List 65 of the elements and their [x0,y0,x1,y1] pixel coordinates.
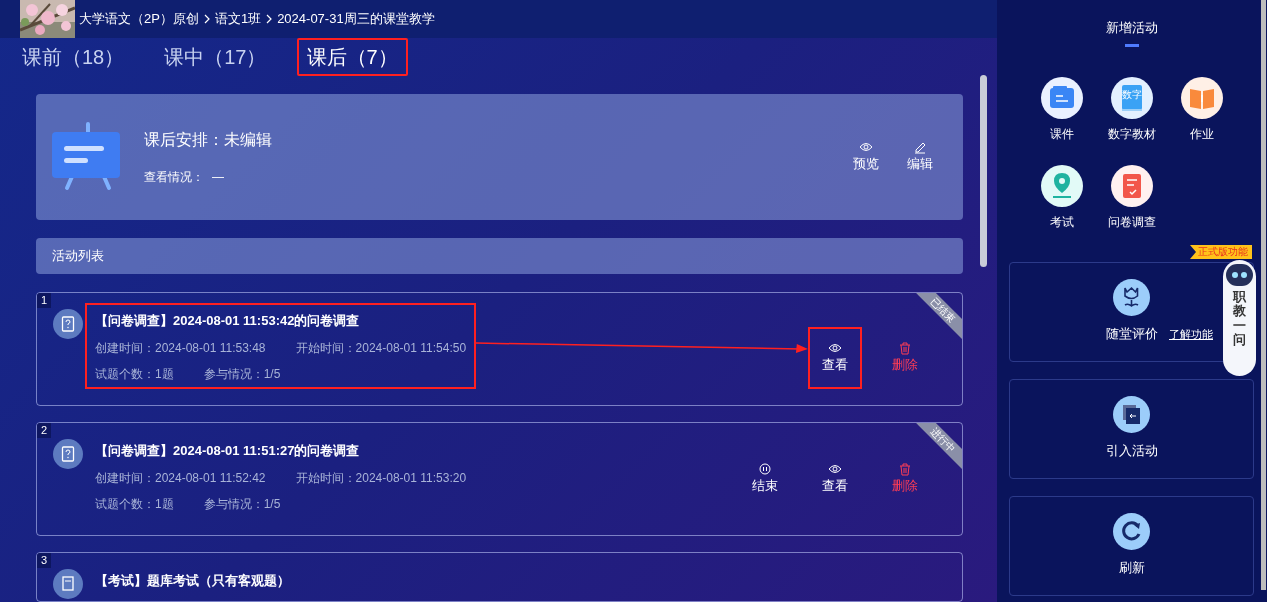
assistant-label: 职教一问 [1233,290,1246,348]
list-header: 活动列表 [36,238,963,274]
question-doc-icon [53,439,83,469]
participation: 参与情况：1/5 [203,495,281,513]
activity-tile[interactable]: 作业 [1167,76,1237,143]
start-time: 开始时间：2024-08-01 11:54:50 [295,339,467,357]
created-time: 创建时间：2024-08-01 11:52:42 [95,469,266,487]
pause-icon [758,463,772,476]
scrollbar[interactable] [980,75,987,267]
refresh-icon [1113,513,1150,551]
created-time: 创建时间：2024-08-01 11:53:48 [95,339,266,357]
eye-icon [859,140,873,154]
activity-title[interactable]: 【问卷调查】2024-08-01 11:51:27的问卷调查 [95,441,467,461]
tulip-icon [1113,279,1150,317]
import-icon [1113,396,1150,434]
activity-title[interactable]: 【考试】题库考试（只有客观题） [95,571,290,591]
panel-label: 随堂评价 [1105,325,1158,344]
summary-title: 课后安排：未编辑 [144,130,273,150]
action-button[interactable]: 查看 [808,457,862,502]
eye-icon [828,463,842,476]
trash-icon [898,463,912,476]
panel-label: 引入活动 [1105,442,1158,461]
activity-tile[interactable]: 数字 数字教材 [1097,76,1167,143]
pencil-icon [913,140,927,154]
participation: 参与情况：1/5 [203,365,281,383]
item-number: 2 [37,423,52,438]
chevron-icon [265,13,274,25]
trash-icon [898,341,912,355]
action-button[interactable]: 查看 [808,327,862,389]
question-doc-icon [53,309,83,339]
activity-title[interactable]: 【问卷调查】2024-08-01 11:53:42的问卷调查 [95,311,467,331]
status-label: 查看情况： [144,169,204,186]
status-value: — [212,169,224,186]
book-label: 数字 [1122,88,1142,101]
section-title: 新增活动 [1105,19,1159,37]
action-button[interactable]: 结束 [738,457,792,502]
tab[interactable]: 课后（7） [296,38,408,76]
chevron-icon [202,13,211,25]
action-button[interactable]: 编辑 [893,134,947,180]
scrollbar[interactable] [1261,0,1266,590]
question-count: 试题个数：1题 [95,495,174,513]
activity-tile[interactable]: 课件 [1027,76,1097,143]
activity-tile[interactable]: 考试 [1027,164,1097,231]
item-number: 3 [37,553,52,568]
breadcrumb-link[interactable]: 大学语文（2P）原创 [79,9,199,29]
tab[interactable]: 课中（17） [154,38,277,76]
activity-panel[interactable]: 刷新 [1009,495,1254,596]
activity-panel[interactable]: 引入活动 [1009,378,1254,479]
activity-tile[interactable]: 问卷调查 [1097,164,1167,231]
document-icon [53,569,83,599]
action-button[interactable]: 预览 [839,134,893,180]
breadcrumb-link[interactable]: 语文1班 [214,9,262,29]
start-time: 开始时间：2024-08-01 11:53:20 [295,469,467,487]
panel-label: 刷新 [1118,559,1145,578]
question-count: 试题个数：1题 [95,365,174,383]
learn-more-link[interactable]: 了解功能 [1169,326,1213,343]
action-button[interactable]: 删除 [878,335,932,381]
feature-badge: 正式版功能 [1190,245,1252,259]
breadcrumb-link[interactable]: 2024-07-31周三的课堂教学 [277,9,435,29]
item-number: 1 [37,293,52,308]
easel-icon [52,122,120,192]
assistant-floating-menu[interactable]: 职教一问 [1223,260,1256,376]
tab[interactable]: 课前（18） [12,38,135,76]
eye-icon [828,341,842,355]
action-button[interactable]: 删除 [878,457,932,502]
